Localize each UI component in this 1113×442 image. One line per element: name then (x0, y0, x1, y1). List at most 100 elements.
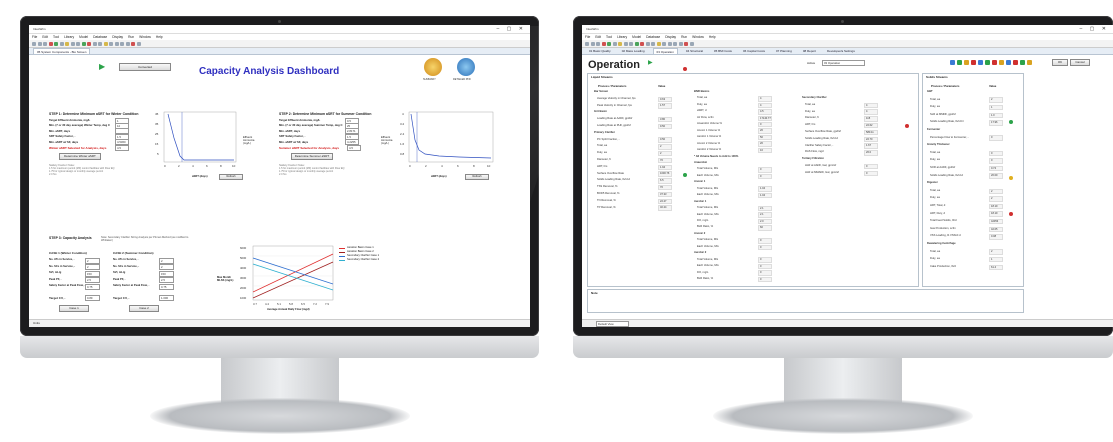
status-view-select[interactable]: Default View (596, 321, 629, 327)
param-value[interactable]: 1.0 (989, 112, 1003, 118)
param-value[interactable]: 0.08 (989, 234, 1003, 240)
menu-item[interactable]: Run (128, 35, 134, 39)
param-value[interactable]: 9.50 (658, 123, 672, 130)
toolbar-icon[interactable] (43, 41, 47, 46)
toolbar-icon[interactable] (81, 41, 86, 46)
toolbar-icon[interactable] (684, 41, 688, 46)
toolbar-icon[interactable] (590, 41, 595, 46)
param-value[interactable]: 10 (758, 147, 772, 154)
toolbar-icon[interactable] (98, 41, 102, 46)
case2-target-value[interactable]: 1.000 (159, 295, 174, 301)
param-value[interactable]: 1.94 (658, 164, 672, 170)
toolbar-icon[interactable] (37, 41, 42, 46)
param-value[interactable]: 2 (989, 97, 1003, 103)
tool-icon[interactable] (999, 60, 1004, 65)
tab-6[interactable]: 06 Capital Costs (740, 48, 768, 54)
menu-item[interactable]: Display (112, 35, 123, 39)
param-value[interactable]: 18.19 (989, 203, 1003, 210)
tool-icon[interactable] (1006, 60, 1011, 65)
param-value[interactable]: 1.67 (864, 143, 878, 149)
param-value[interactable]: 1.04 (758, 186, 772, 192)
param-value[interactable]: 4 (758, 96, 772, 102)
param-value[interactable]: 4 (758, 102, 772, 109)
toolbar-icon[interactable] (136, 41, 141, 46)
step2-refresh-button[interactable]: Refresh (465, 174, 489, 180)
toolbar-icon[interactable] (651, 41, 655, 46)
detailed-pfd-icon[interactable] (457, 58, 475, 76)
play-icon[interactable]: ▶ (99, 62, 105, 71)
toolbar-icon[interactable] (640, 41, 644, 46)
param-value[interactable]: 0 (758, 257, 772, 263)
toolbar-icon[interactable] (612, 41, 617, 46)
case1-target-value[interactable]: 0.89 (85, 295, 100, 301)
param-value[interactable]: 580.11 (864, 129, 878, 136)
param-value[interactable]: 37.33 (658, 191, 672, 198)
toolbar-icon[interactable] (585, 41, 589, 46)
case2-button[interactable]: Case 2 (129, 305, 159, 312)
param-value[interactable]: 0 (989, 158, 1003, 164)
tab-7[interactable]: 07 Planning (773, 48, 795, 54)
param-value[interactable]: 0 (758, 238, 772, 244)
toolbar-icon[interactable] (54, 41, 58, 46)
menu-item[interactable]: Model (632, 35, 641, 39)
param-value[interactable]: 6.5 (658, 178, 672, 184)
toolbar-icon[interactable] (618, 41, 622, 46)
param-value[interactable]: 4 (864, 109, 878, 115)
menu-item[interactable]: Edit (595, 35, 601, 39)
tool-icon[interactable] (1020, 60, 1025, 65)
menu-item[interactable]: Database (93, 35, 107, 39)
param-value[interactable]: 1.04 (758, 192, 772, 199)
param-value[interactable]: 42.05 (989, 226, 1003, 232)
param-value[interactable]: 2 (989, 249, 1003, 255)
param-value[interactable]: 0 (864, 170, 878, 176)
param-value[interactable]: 3.80 (658, 116, 672, 123)
tool-icon[interactable] (957, 60, 962, 65)
menu-item[interactable]: Database (646, 35, 660, 39)
menu-item[interactable]: Model (79, 35, 88, 39)
toolbar-icon[interactable] (656, 41, 661, 46)
step1-selected-value[interactable]: 4.5 (115, 145, 129, 151)
tool-icon[interactable] (950, 60, 955, 65)
menu-item[interactable]: Help (156, 35, 163, 39)
param-value[interactable]: 0 (758, 270, 772, 276)
param-value[interactable]: 17140.77 (758, 115, 772, 121)
menu-item[interactable]: Library (617, 35, 627, 39)
tab-2[interactable]: 02 Mass Loading (619, 48, 648, 54)
toolbar-icon[interactable] (667, 41, 672, 46)
ok-button[interactable]: OK (1052, 59, 1068, 66)
case1-button[interactable]: Case 1 (59, 305, 89, 312)
param-value[interactable]: 20 (758, 128, 772, 134)
scenario-select[interactable]: 03 Operation (822, 60, 865, 66)
toolbar-icon[interactable] (109, 41, 113, 46)
param-value[interactable]: 2 (989, 196, 1003, 202)
param-value[interactable]: 0 (864, 163, 878, 170)
toolbar-icon[interactable] (689, 41, 694, 46)
param-value[interactable]: 0 (758, 263, 772, 270)
param-value[interactable]: 17.96 (989, 120, 1003, 126)
param-value[interactable]: 22.70 (864, 136, 878, 142)
param-value[interactable]: 4 (864, 102, 878, 108)
param-value[interactable]: 0 (758, 167, 772, 173)
menu-item[interactable]: File (585, 35, 590, 39)
tool-icon[interactable] (964, 60, 969, 65)
case2-row-value[interactable]: 150 (159, 270, 174, 277)
note-panel[interactable]: Note (587, 289, 1024, 313)
param-value[interactable]: 50 (758, 134, 772, 141)
toolbar-icon[interactable] (662, 41, 666, 46)
case1-row-value[interactable]: 150 (85, 270, 100, 277)
toolbar-icon[interactable] (59, 41, 64, 46)
param-value[interactable]: 0.63 (658, 96, 672, 102)
param-value[interactable]: 60 (758, 225, 772, 231)
toolbar-icon[interactable] (623, 41, 628, 46)
param-value[interactable]: 40.24 (658, 205, 672, 211)
toolbar-icon[interactable] (678, 41, 683, 46)
toolbar-icon[interactable] (596, 41, 600, 46)
menu-item[interactable]: Window (139, 35, 151, 39)
param-value[interactable]: 115 (864, 116, 878, 122)
menu-item[interactable]: Tool (606, 35, 612, 39)
toolbar-icon[interactable] (76, 41, 80, 46)
determine-winter-asrt-button[interactable]: Determine Winter aSRT (59, 153, 101, 160)
case2-row-value[interactable]: 2 (159, 257, 174, 264)
determine-summer-asrt-button[interactable]: Determine Summer aSRT (291, 153, 333, 160)
step2-selected-value[interactable]: 4.5 (347, 145, 361, 151)
